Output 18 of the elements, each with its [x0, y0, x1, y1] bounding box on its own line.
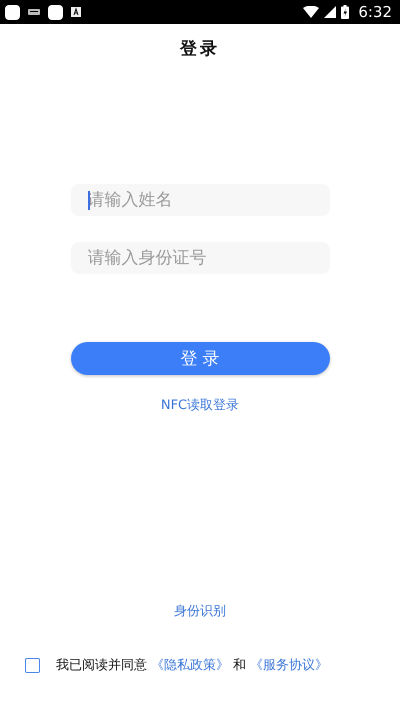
page-title: 登录: [180, 38, 220, 59]
privacy-policy-link[interactable]: 《隐私政策》: [151, 656, 229, 674]
battery-icon: [341, 5, 350, 19]
identify-link[interactable]: 身份识别: [174, 602, 226, 620]
keyboard-icon: [28, 9, 40, 15]
app-icon: [71, 7, 81, 17]
and-text: 和: [233, 657, 246, 674]
agreement-checkbox[interactable]: [25, 658, 40, 672]
agreement-text: 我已阅读并同意: [56, 657, 147, 674]
login-button[interactable]: 登 录: [70, 342, 330, 375]
notification-icon: [5, 4, 20, 20]
notification-icon: [48, 4, 63, 20]
service-agreement-link[interactable]: 《服务协议》: [250, 656, 328, 674]
wifi-icon: [303, 6, 320, 18]
signal-icon: [324, 6, 336, 18]
input-field[interactable]: 请输入身份证号: [70, 242, 330, 274]
nfc-login-link[interactable]: NFC读取登录: [160, 396, 240, 414]
status-time: 6:32: [358, 3, 392, 21]
